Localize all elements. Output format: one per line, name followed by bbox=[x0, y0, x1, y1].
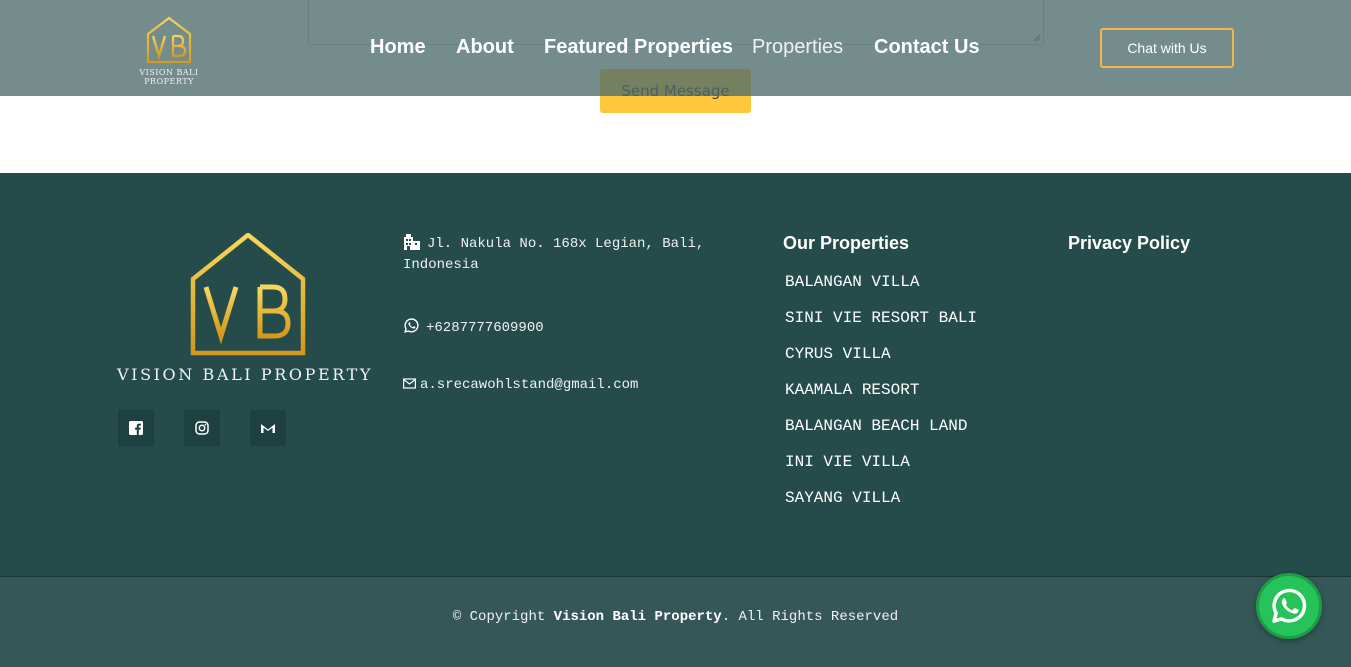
vb-logo-icon bbox=[146, 16, 192, 64]
copyright-bar: © Copyright Vision Bali Property. All Ri… bbox=[0, 576, 1351, 667]
facebook-icon bbox=[129, 421, 143, 435]
property-link[interactable]: BALANGAN BEACH LAND bbox=[785, 416, 977, 452]
header-logo[interactable]: VISION BALI PROPERTY bbox=[117, 16, 221, 86]
chat-with-us-button[interactable]: Chat with Us bbox=[1100, 28, 1234, 68]
footer-logo-text: VISION BALI PROPERTY bbox=[117, 365, 374, 384]
nav-featured-properties[interactable]: Featured Properties bbox=[544, 36, 733, 59]
header-logo-text: VISION BALI PROPERTY bbox=[139, 68, 199, 86]
privacy-policy-link[interactable]: Privacy Policy bbox=[1068, 233, 1190, 254]
phone[interactable]: +6287777609900 bbox=[403, 317, 544, 339]
phone-number[interactable]: +6287777609900 bbox=[426, 320, 544, 336]
email-address[interactable]: a.srecawohlstand@gmail.com bbox=[420, 377, 638, 393]
gmail-icon bbox=[261, 424, 275, 433]
whatsapp-float-button[interactable] bbox=[1256, 573, 1322, 639]
facebook-button[interactable] bbox=[118, 410, 154, 446]
property-link[interactable]: SINI VIE RESORT BALI bbox=[785, 308, 977, 344]
gmail-button[interactable] bbox=[250, 410, 286, 446]
copyright-suffix: . All Rights Reserved bbox=[721, 609, 899, 625]
site-footer: VISION BALI PROPERTY Jl. Nakula No. 168x… bbox=[0, 173, 1351, 577]
site-header: VISION BALI PROPERTY Home About Featured… bbox=[0, 0, 1351, 96]
properties-list: BALANGAN VILLA SINI VIE RESORT BALI CYRU… bbox=[785, 272, 977, 524]
copyright-prefix: © Copyright bbox=[452, 609, 554, 625]
property-link[interactable]: BALANGAN VILLA bbox=[785, 272, 977, 308]
our-properties-heading: Our Properties bbox=[783, 233, 910, 253]
address: Jl. Nakula No. 168x Legian, Bali, Indone… bbox=[403, 233, 723, 276]
building-icon bbox=[404, 234, 420, 250]
whatsapp-small-icon bbox=[404, 318, 419, 333]
copyright-text: © Copyright Vision Bali Property. All Ri… bbox=[0, 609, 1351, 625]
property-link[interactable]: INI VIE VILLA bbox=[785, 452, 977, 488]
footer-logo[interactable]: VISION BALI PROPERTY bbox=[117, 232, 379, 384]
copyright-brand: Vision Bali Property bbox=[553, 609, 722, 625]
address-line-1: Jl. Nakula No. 168x Legian, Bali, bbox=[427, 236, 705, 252]
nav-about[interactable]: About bbox=[456, 36, 514, 59]
nav-properties[interactable]: Properties bbox=[752, 36, 843, 59]
email[interactable]: a.srecawohlstand@gmail.com bbox=[403, 375, 638, 396]
property-link[interactable]: KAAMALA RESORT bbox=[785, 380, 977, 416]
instagram-button[interactable] bbox=[184, 410, 220, 446]
vb-logo-large-icon bbox=[190, 232, 306, 356]
whatsapp-icon bbox=[1272, 588, 1307, 623]
instagram-icon bbox=[195, 421, 209, 435]
property-link[interactable]: CYRUS VILLA bbox=[785, 344, 977, 380]
mail-icon bbox=[403, 378, 416, 389]
nav-home[interactable]: Home bbox=[370, 36, 426, 59]
property-link[interactable]: SAYANG VILLA bbox=[785, 488, 977, 524]
nav-contact-us[interactable]: Contact Us bbox=[874, 36, 980, 59]
address-line-2: Indonesia bbox=[403, 257, 479, 273]
